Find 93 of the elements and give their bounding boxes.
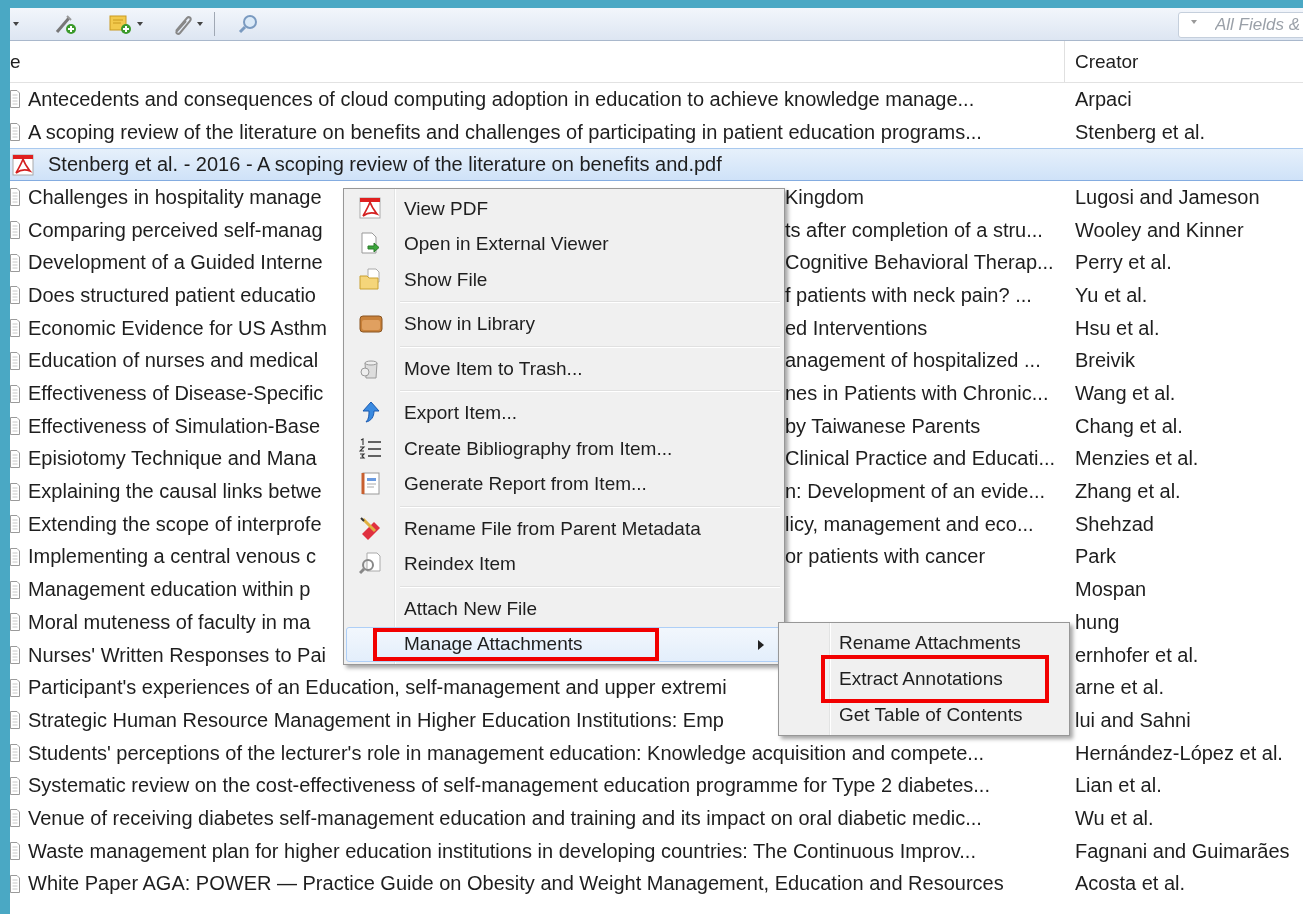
title-text: Economic Evidence for US Asthm <box>28 316 327 340</box>
creator-text: Mospan <box>1075 578 1147 601</box>
creator-text: Lugosi and Jameson <box>1075 185 1260 208</box>
creator-text: Hernández-López et al. <box>1075 741 1283 764</box>
pdf-icon <box>12 153 34 176</box>
creator-text: hung <box>1075 610 1120 633</box>
creator-text: Yu et al. <box>1075 283 1148 306</box>
creator-text: Stenberg et al. <box>1075 120 1206 143</box>
up-arrow-icon <box>359 401 383 426</box>
creator-text: Arpaci <box>1075 87 1132 110</box>
title-text: White Paper AGA: POWER — Practice Guide on Obesity and Weight Management, Education and Resources <box>28 872 1004 896</box>
title-text: Clinical Practice and Educati... <box>785 447 1056 471</box>
menu-item[interactable]: Open in External Viewer <box>346 226 782 262</box>
title-text: Participant's experiences of an Education, self-management and upper extremi <box>28 676 727 700</box>
title-text: ed Interventions <box>785 316 928 340</box>
creator-text: Park <box>1075 545 1117 568</box>
title-text: n: Development of an evide... <box>785 480 1046 504</box>
folder-icon <box>359 267 383 292</box>
numbered-list-icon <box>359 436 383 461</box>
menu-item[interactable]: Create Bibliography from Item... <box>346 431 782 467</box>
menu-item[interactable]: Export Item... <box>346 395 782 431</box>
wand-plus-icon[interactable] <box>54 13 78 35</box>
pencil-eraser-icon <box>359 516 383 541</box>
caret-icon[interactable] <box>12 20 20 28</box>
creator-text: Hsu et al. <box>1075 316 1160 339</box>
title-text: Waste management plan for higher education institutions in developing countries: The Continuous Improv... <box>28 839 976 863</box>
title-text: Nurses' Written Responses to Pai <box>28 643 327 667</box>
title-text: Systematic review on the cost-effectiveness of self-management education programme for Type 2 diabetes... <box>28 774 990 798</box>
title-text: Moral muteness of faculty in ma <box>28 610 311 634</box>
creator-text: ernhofer et al. <box>1075 643 1199 666</box>
creator-text: Shehzad <box>1075 512 1154 535</box>
title-text: Kingdom <box>785 185 864 209</box>
creator-text: Breivik <box>1075 349 1135 372</box>
title-text: Development of a Guided Interne <box>28 251 323 275</box>
creator-text: Wu et al. <box>1075 806 1154 829</box>
creator-text: Lian et al. <box>1075 774 1162 797</box>
title-text: Implementing a central venous c <box>28 545 316 569</box>
creator-text: Fagnani and Guimarães <box>1075 839 1290 862</box>
magnifier-document-icon <box>359 552 383 577</box>
title-text: or patients with cancer <box>785 545 986 569</box>
menu-item[interactable]: Extract Annotations <box>779 661 1067 697</box>
title-text: Extending the scope of interprofe <box>28 512 322 536</box>
menu-item[interactable]: Rename File from Parent Metadata <box>346 511 782 547</box>
search-field[interactable]: All Fields & <box>1178 12 1303 38</box>
column-header[interactable]: e <box>10 41 1065 82</box>
menu-item[interactable]: Get Table of Contents <box>779 697 1067 733</box>
title-text: anagement of hospitalized ... <box>785 349 1041 373</box>
menu-item[interactable]: Reindex Item <box>346 546 782 582</box>
title-text: Strategic Human Resource Management in Higher Education Institutions: Emp <box>28 708 724 732</box>
title-text: Education of nurses and medical <box>28 349 319 373</box>
title-text: by Taiwanese Parents <box>785 414 981 438</box>
column-header[interactable]: Creator <box>1065 50 1139 73</box>
title-text: Management education within p <box>28 578 311 602</box>
creator-text: Zhang et al. <box>1075 480 1181 503</box>
note-plus-icon[interactable] <box>108 13 134 35</box>
title-text: nes in Patients with Chronic... <box>785 382 1049 406</box>
selected-row[interactable]: Stenberg et al. - 2016 - A scoping review of the literature on benefits and.pdf <box>10 148 1303 182</box>
title-text: f patients with neck pain? ... <box>785 283 1032 307</box>
menu-item[interactable]: Generate Report from Item... <box>346 466 782 502</box>
title-text: Challenges in hospitality manage <box>28 185 322 209</box>
title-text: Comparing perceived self-manag <box>28 218 323 242</box>
creator-text: Perry et al. <box>1075 251 1172 274</box>
title-text: Explaining the causal links betwe <box>28 480 322 504</box>
creator-text: Acosta et al. <box>1075 872 1186 895</box>
title-text: Episiotomy Technique and Mana <box>28 447 317 471</box>
title-text: Venue of receiving diabetes self-management education and training and its impact on oral diabetic medic... <box>28 806 982 830</box>
title-text: Cognitive Behavioral Therap... <box>785 251 1054 275</box>
title-text: ts after completion of a stru... <box>785 218 1043 242</box>
menu-item[interactable]: View PDF <box>346 191 782 227</box>
menu-item[interactable]: Show in Library <box>346 306 782 342</box>
creator-text: lui and Sahni <box>1075 708 1191 731</box>
creator-text: Chang et al. <box>1075 414 1183 437</box>
caret-icon[interactable] <box>136 20 144 28</box>
title-text: Students' perceptions of the lecturer's role in management education: Knowledge acquisition and compete... <box>28 741 984 765</box>
pdf-icon <box>359 196 383 221</box>
title-text: Effectiveness of Disease-Specific <box>28 382 324 406</box>
title-text: Does structured patient educatio <box>28 283 316 307</box>
search-icon[interactable] <box>237 13 259 35</box>
notebook-icon <box>359 472 383 497</box>
creator-text: Menzies et al. <box>1075 447 1199 470</box>
title-text: Antecedents and consequences of cloud computing adoption in education to achieve knowledge manage... <box>28 87 975 111</box>
menu-item[interactable]: Attach New File <box>346 591 782 627</box>
creator-text: Wooley and Kinner <box>1075 218 1244 241</box>
creator-text: arne et al. <box>1075 676 1164 699</box>
menu-item[interactable]: Show File <box>346 262 782 298</box>
title-text: licy, management and eco... <box>785 512 1034 536</box>
title-text: Stenberg et al. - 2016 - A scoping review of the literature on benefits and.pdf <box>48 153 722 176</box>
creator-text: Wang et al. <box>1075 382 1176 405</box>
menu-item[interactable]: Move Item to Trash... <box>346 351 782 387</box>
title-text: A scoping review of the literature on benefits and challenges of participating in patient education programs... <box>28 120 982 144</box>
submenu-arrow-icon <box>757 638 765 651</box>
title-text: Effectiveness of Simulation-Base <box>28 414 320 438</box>
caret-icon[interactable] <box>196 20 204 28</box>
